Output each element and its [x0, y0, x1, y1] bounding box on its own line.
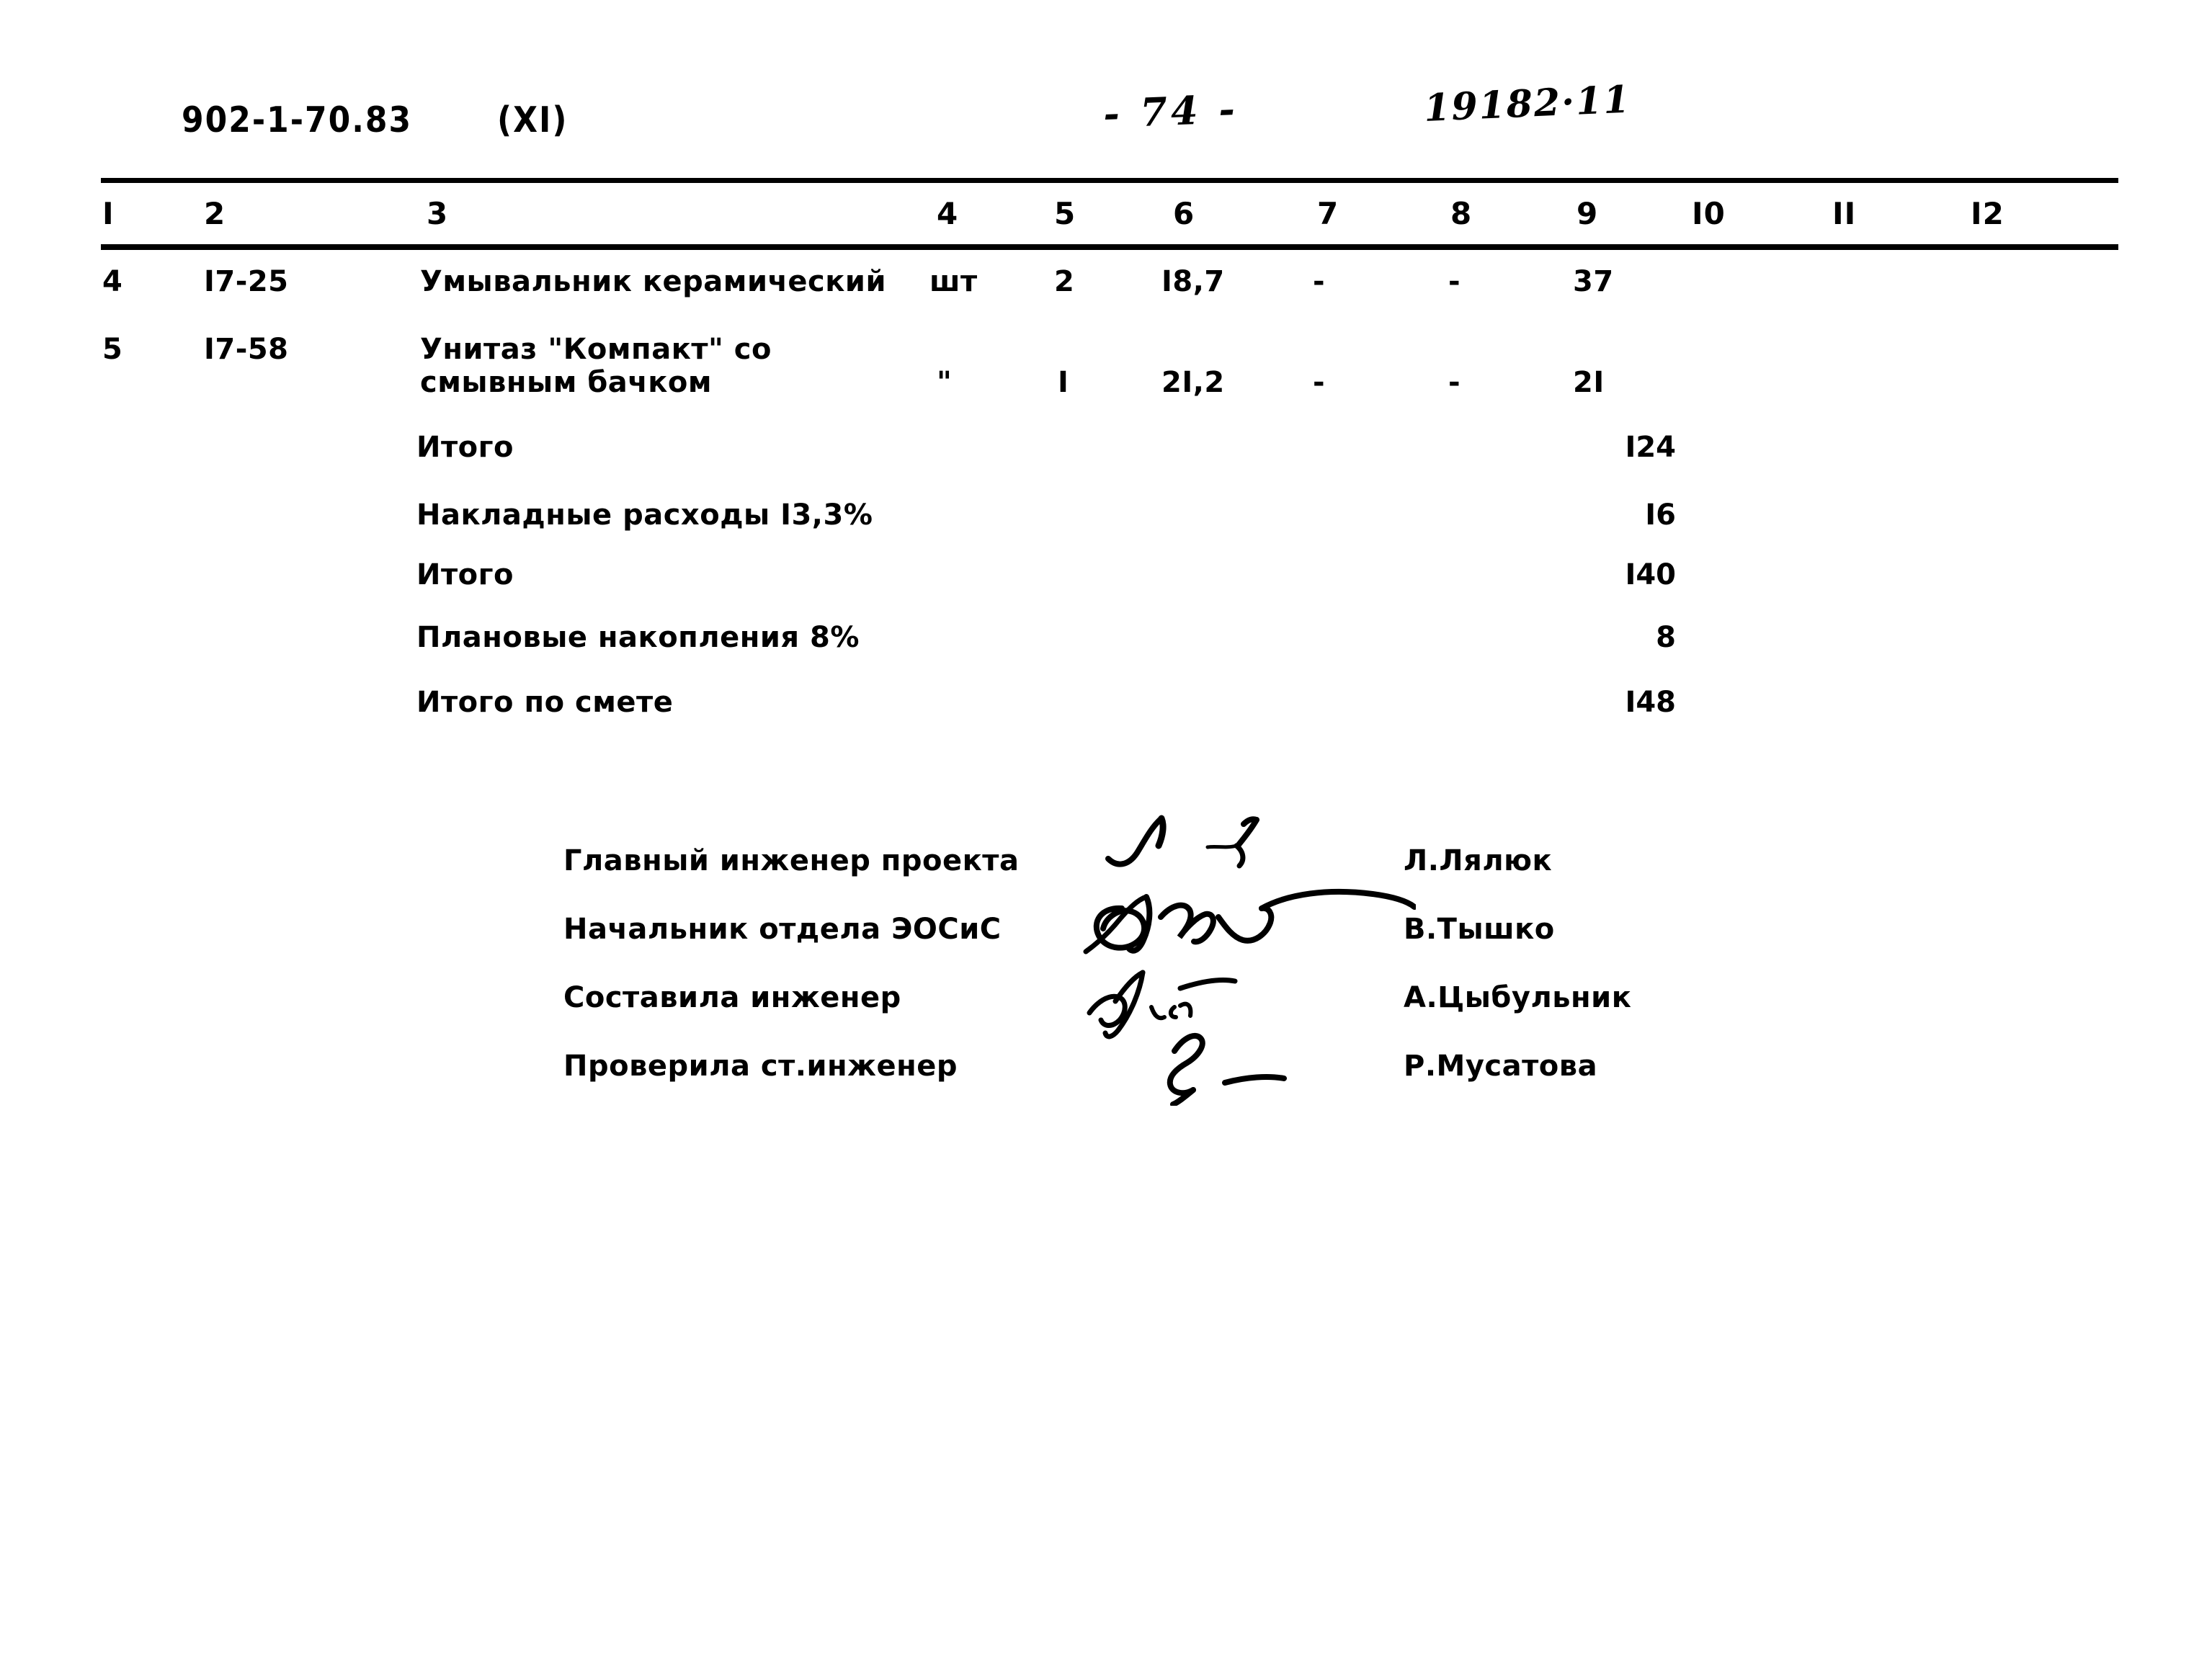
- column-header-11: II: [1832, 196, 1857, 231]
- table-row: 37: [1573, 265, 1614, 298]
- column-header-10: I0: [1692, 196, 1726, 231]
- summary-value-estimate-total: I48: [1625, 686, 1676, 719]
- table-row: -: [1448, 265, 1461, 298]
- table-row: ": [937, 366, 953, 399]
- document-section: (XI): [497, 99, 568, 141]
- table-row: смывным бачком: [420, 366, 713, 399]
- column-header-9: 9: [1577, 196, 1599, 231]
- signature-name-chief-engineer: Л.Лялюк: [1404, 844, 1553, 877]
- signature-role-chief-engineer: Главный инженер проекта: [563, 844, 1020, 877]
- column-header-8: 8: [1450, 196, 1473, 231]
- summary-label-total-2: Итого: [416, 558, 514, 591]
- document-code: 902-1-70.83: [182, 99, 413, 141]
- signature-name-department-head: В.Тышко: [1404, 913, 1555, 946]
- document-reference: 19182·11: [1423, 77, 1632, 130]
- signature-role-checked-by: Проверила ст.инженер: [563, 1050, 958, 1083]
- table-row: -: [1313, 366, 1326, 399]
- signature-role-compiled-by: Составила инженер: [563, 981, 901, 1014]
- table-row: 2I: [1573, 366, 1605, 399]
- table-row: I8,7: [1161, 265, 1225, 298]
- summary-value-total-2: I40: [1625, 558, 1676, 591]
- summary-value-overheads: I6: [1645, 498, 1676, 532]
- summary-label-overheads: Накладные расходы I3,3%: [416, 498, 873, 532]
- column-header-7: 7: [1317, 196, 1339, 231]
- signature-mark-2: [1083, 888, 1416, 954]
- summary-label-total-1: Итого: [416, 431, 514, 464]
- signature-name-checked-by: Р.Мусатова: [1404, 1050, 1598, 1083]
- table-row: I7-25: [204, 265, 289, 298]
- column-header-4: 4: [937, 196, 959, 231]
- summary-value-total-1: I24: [1625, 431, 1676, 464]
- summary-label-planned-savings: Плановые накопления 8%: [416, 621, 860, 654]
- table-row: I7-58: [204, 333, 289, 366]
- signature-mark-4: [1167, 1032, 1287, 1106]
- table-row: 5: [102, 333, 123, 366]
- table-row: 2: [1054, 265, 1075, 298]
- signature-mark-3: [1087, 970, 1238, 1039]
- signature-mark-1: [1105, 815, 1259, 869]
- column-header-6: 6: [1173, 196, 1195, 231]
- summary-value-planned-savings: 8: [1656, 621, 1676, 654]
- table-row: -: [1448, 366, 1461, 399]
- table-row: I: [1058, 366, 1069, 399]
- column-header-2: 2: [204, 196, 226, 231]
- signature-role-department-head: Начальник отдела ЭОСиС: [563, 913, 1002, 946]
- column-header-3: 3: [427, 196, 449, 231]
- signature-name-compiled-by: А.Цыбульник: [1404, 981, 1632, 1014]
- scanned-document-page: 902-1-70.83 (XI) - 74 - 19182·11 I 2 3 4…: [0, 0, 2212, 1659]
- page-number: - 74 -: [1102, 85, 1239, 137]
- summary-label-estimate-total: Итого по смете: [416, 686, 674, 719]
- column-header-12: I2: [1971, 196, 2004, 231]
- column-header-5: 5: [1054, 196, 1076, 231]
- table-rule-top: [101, 178, 2118, 183]
- table-row: Умывальник керамический: [420, 265, 886, 298]
- column-header-1: I: [102, 196, 115, 231]
- table-row: Унитаз "Компакт" со: [420, 333, 772, 366]
- table-row: 4: [102, 265, 123, 298]
- table-row: -: [1313, 265, 1326, 298]
- table-row: 2I,2: [1161, 366, 1225, 399]
- table-row: шт: [929, 265, 978, 298]
- table-rule-bottom: [101, 244, 2118, 250]
